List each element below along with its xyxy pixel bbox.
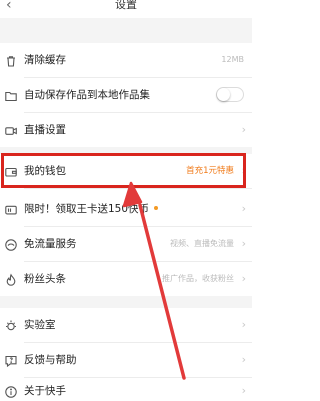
info-icon bbox=[4, 384, 18, 398]
row-label: 清除缓存 bbox=[24, 54, 66, 66]
highlight-box bbox=[1, 153, 246, 188]
chevron-right-icon: › bbox=[241, 202, 246, 215]
chevron-right-icon: › bbox=[241, 272, 246, 285]
header-bar: ‹ 设置 bbox=[0, 0, 252, 18]
auto-save-toggle[interactable] bbox=[216, 87, 244, 102]
row-label: 粉丝头条 bbox=[24, 273, 66, 285]
cache-size: 12MB bbox=[221, 55, 244, 64]
lab-bulb-icon bbox=[4, 318, 18, 332]
folder-icon bbox=[4, 88, 18, 102]
row-live-settings[interactable]: 直播设置 › bbox=[0, 113, 252, 147]
fans-headline-hint: 推广作品，收获粉丝 bbox=[162, 274, 234, 283]
new-dot bbox=[154, 206, 159, 210]
chevron-right-icon: › bbox=[241, 353, 246, 366]
row-label: 限时！领取王卡送150快币 bbox=[24, 192, 159, 226]
row-label: 直播设置 bbox=[24, 124, 66, 136]
row-label: 反馈与帮助 bbox=[24, 354, 77, 366]
row-lab[interactable]: 实验室 › bbox=[0, 308, 252, 342]
row-auto-save[interactable]: 自动保存作品到本地作品集 bbox=[0, 78, 252, 112]
row-fans-headline[interactable]: 粉丝头条 推广作品，收获粉丝 › bbox=[0, 262, 252, 296]
page-title: 设置 bbox=[115, 0, 137, 11]
section-gap bbox=[0, 18, 252, 43]
section-gap bbox=[0, 296, 252, 308]
chevron-right-icon: › bbox=[241, 123, 246, 136]
trash-icon bbox=[4, 53, 18, 67]
settings-screen: ‹ 设置 清除缓存 12MB 自动保存作品到本地作品集 直播设置 › 我的钱包 … bbox=[0, 0, 252, 401]
row-clear-cache[interactable]: 清除缓存 12MB bbox=[0, 43, 252, 77]
row-free-data[interactable]: 免流量服务 视频、直播免流量 › bbox=[0, 227, 252, 261]
card-icon bbox=[4, 202, 18, 216]
row-label: 免流量服务 bbox=[24, 238, 77, 250]
chevron-right-icon: › bbox=[241, 318, 246, 331]
promo-text: 限时！领取王卡送150快币 bbox=[24, 203, 150, 215]
row-label: 实验室 bbox=[24, 319, 56, 331]
free-data-hint: 视频、直播免流量 bbox=[170, 239, 234, 248]
row-label: 关于快手 bbox=[24, 385, 66, 397]
row-feedback[interactable]: 反馈与帮助 › bbox=[0, 343, 252, 377]
feedback-icon bbox=[4, 353, 18, 368]
video-camera-icon bbox=[4, 123, 18, 137]
flame-icon bbox=[4, 272, 18, 286]
chevron-right-icon: › bbox=[241, 384, 246, 397]
signal-icon bbox=[4, 237, 18, 251]
divider bbox=[24, 188, 252, 189]
chevron-right-icon: › bbox=[241, 237, 246, 250]
row-promo-king-card[interactable]: 限时！领取王卡送150快币 › bbox=[0, 192, 252, 226]
row-about[interactable]: 关于快手 › bbox=[0, 378, 252, 401]
toggle-knob bbox=[217, 88, 230, 101]
row-label: 自动保存作品到本地作品集 bbox=[24, 89, 150, 101]
